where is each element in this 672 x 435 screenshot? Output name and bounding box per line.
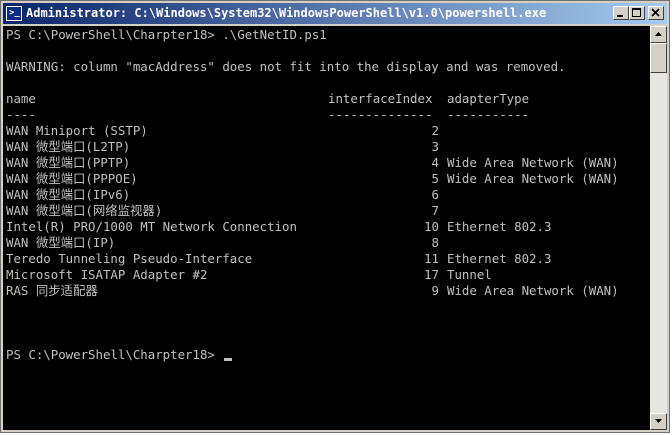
console-area[interactable]: PS C:\PowerShell\Charpter18> .\GetNetID.… <box>3 26 650 430</box>
cell-adapter-type: Wide Area Network (WAN) <box>447 283 619 298</box>
table-separator: ---- -------------- ----------- <box>6 107 646 123</box>
table-row: WAN 微型端口(PPPOE) 5 Wide Area Network (WAN) <box>6 171 646 187</box>
minimize-button[interactable] <box>613 6 629 20</box>
arrow-down-icon <box>655 419 662 423</box>
cell-interface-index: 7 <box>431 203 439 218</box>
text-cursor <box>224 358 233 361</box>
cell-interface-index: 8 <box>431 235 439 250</box>
cell-interface-index: 6 <box>431 187 439 202</box>
powershell-window: >_ Administrator: C:\Windows\System32\Wi… <box>0 0 670 433</box>
cell-interface-index: 3 <box>431 139 439 154</box>
window-title: Administrator: C:\Windows\System32\Windo… <box>26 6 547 20</box>
cell-interface-index: 9 <box>431 283 439 298</box>
warning-message: WARNING: column "macAddress" does not fi… <box>6 59 566 74</box>
title-bar[interactable]: >_ Administrator: C:\Windows\System32\Wi… <box>3 3 667 24</box>
scroll-down-button[interactable] <box>650 413 667 430</box>
cell-name: Microsoft ISATAP Adapter #2 <box>6 267 208 282</box>
table-row: WAN 微型端口(IPv6) 6 <box>6 187 646 203</box>
cell-name: WAN 微型端口(L2TP) <box>6 139 131 154</box>
minimize-icon <box>617 15 623 17</box>
cell-adapter-type: Ethernet 802.3 <box>447 251 552 266</box>
table-header: name interfaceIndex adapterType <box>6 91 646 107</box>
close-icon <box>651 8 660 17</box>
header-adapter-type: adapterType <box>447 91 530 106</box>
table-row: Teredo Tunneling Pseudo-Interface 11 Ether… <box>6 251 646 267</box>
separator-adapter-type: ----------- <box>447 107 530 122</box>
prompt-line[interactable]: PS C:\PowerShell\Charpter18> <box>6 347 646 363</box>
cell-interface-index: 10 <box>424 219 439 234</box>
prompt: PS C:\PowerShell\Charpter18> <box>6 347 223 362</box>
cell-name: WAN 微型端口(IPv6) <box>6 187 131 202</box>
cell-interface-index: 5 <box>431 171 439 186</box>
table-row: WAN 微型端口(L2TP) 3 <box>6 139 646 155</box>
table-row: WAN Miniport (SSTP) 2 <box>6 123 646 139</box>
cell-name: WAN 微型端口(PPTP) <box>6 155 131 170</box>
cell-name: WAN 微型端口(PPPOE) <box>6 171 138 186</box>
cell-adapter-type: Ethernet 802.3 <box>447 219 552 234</box>
scroll-up-button[interactable] <box>650 26 667 43</box>
vertical-scrollbar[interactable] <box>650 26 667 430</box>
command-line: PS C:\PowerShell\Charpter18> .\GetNetID.… <box>6 27 327 42</box>
cell-name: WAN 微型端口(IP) <box>6 235 116 250</box>
cell-name: RAS 同步适配器 <box>6 283 98 298</box>
separator-interface-index: -------------- <box>328 107 433 122</box>
cell-adapter-type: Wide Area Network (WAN) <box>447 155 619 170</box>
cell-interface-index: 2 <box>431 123 439 138</box>
arrow-up-icon <box>655 32 662 36</box>
cell-name: WAN Miniport (SSTP) <box>6 123 148 138</box>
cell-interface-index: 11 <box>424 251 439 266</box>
maximize-button[interactable] <box>629 6 645 20</box>
cell-name: Intel(R) PRO/1000 MT Network Connection <box>6 219 297 234</box>
cell-interface-index: 4 <box>431 155 439 170</box>
table-row: WAN 微型端口(网络监视器) 7 <box>6 203 646 219</box>
separator-name: ---- <box>6 107 36 122</box>
table-row: Intel(R) PRO/1000 MT Network Connection 1… <box>6 219 646 235</box>
header-interface-index: interfaceIndex <box>328 91 433 106</box>
console-output: PS C:\PowerShell\Charpter18> .\GetNetID.… <box>6 27 646 363</box>
cell-adapter-type: Tunnel <box>447 267 492 282</box>
close-button[interactable] <box>648 6 664 20</box>
maximize-icon <box>632 8 641 17</box>
cell-name: WAN 微型端口(网络监视器) <box>6 203 163 218</box>
cell-adapter-type: Wide Area Network (WAN) <box>447 171 619 186</box>
cell-interface-index: 17 <box>424 267 439 282</box>
scroll-thumb[interactable] <box>650 43 667 73</box>
header-name: name <box>6 91 36 106</box>
table-row: RAS 同步适配器 9 Wide Area Network (WAN) <box>6 283 646 299</box>
table-row: WAN 微型端口(PPTP) 4 Wide Area Network (WAN) <box>6 155 646 171</box>
cell-name: Teredo Tunneling Pseudo-Interface <box>6 251 253 266</box>
powershell-icon: >_ <box>6 6 22 21</box>
table-row: WAN 微型端口(IP) 8 <box>6 235 646 251</box>
table-row: Microsoft ISATAP Adapter #2 17 Tunnel <box>6 267 646 283</box>
